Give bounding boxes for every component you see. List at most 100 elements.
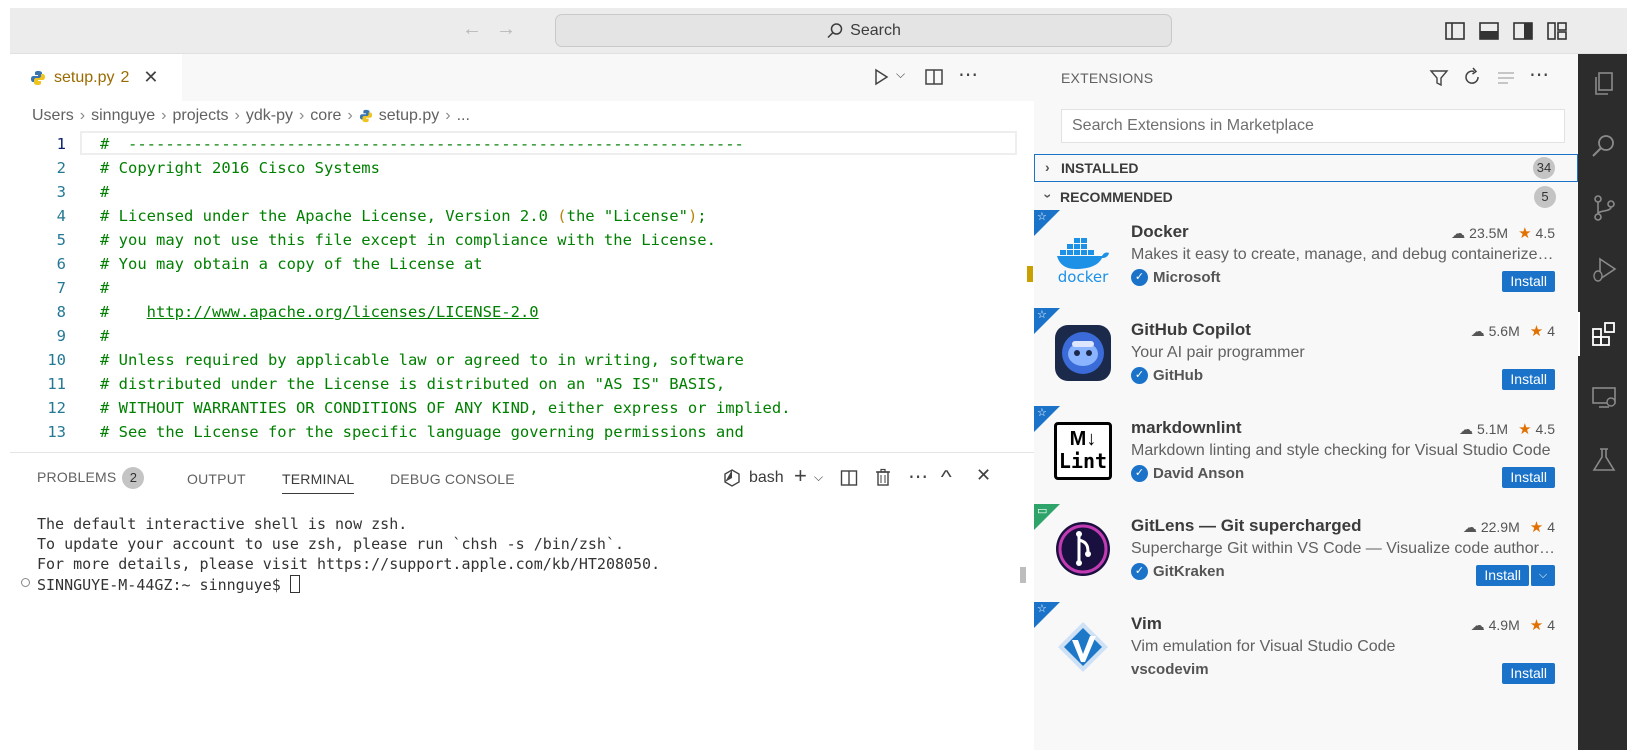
install-button[interactable]: Install: [1502, 663, 1555, 684]
close-panel-icon[interactable]: ✕: [976, 465, 991, 486]
back-arrow-icon[interactable]: ←: [462, 18, 482, 41]
chevron-right-icon: ›: [234, 107, 240, 124]
breadcrumb-ydk-py[interactable]: ydk-py: [246, 107, 293, 125]
breadcrumb: Users › sinnguye › projects › ydk-py › c…: [32, 104, 470, 128]
extension-stats: ☁ 4.9M ★ 4: [1471, 616, 1555, 635]
line-text-a: #: [100, 303, 147, 321]
download-cloud-icon: ☁: [1470, 322, 1485, 339]
install-button[interactable]: Install: [1502, 467, 1555, 488]
terminal-prompt[interactable]: SINNGUYE-M-44GZ:~ sinnguye$: [37, 575, 300, 594]
breadcrumb-users[interactable]: Users: [32, 107, 74, 125]
extension-item-markdownlint[interactable]: ☆ M↓ Lint markdownlint ☁ 5.1M ★ 4.5 Markdow…: [1034, 406, 1578, 506]
split-terminal-icon[interactable]: [840, 469, 858, 487]
sponsor-icon: ▭: [1037, 505, 1048, 517]
extension-publisher: ✓ Microsoft: [1131, 269, 1221, 286]
terminal-scrollbar[interactable]: [1020, 567, 1026, 583]
line-text: # WITHOUT WARRANTIES OR CONDITIONS OF AN…: [100, 399, 791, 417]
extension-item-gitlens[interactable]: ▭ GitLens — Git supercharged ☁ 22.9M ★ 4 Su…: [1034, 504, 1578, 604]
run-dropdown-chevron-icon[interactable]: ⌵: [896, 67, 905, 82]
new-terminal-icon[interactable]: +: [794, 463, 807, 489]
tab-terminal[interactable]: TERMINAL: [282, 471, 355, 494]
section-installed[interactable]: › INSTALLED 34: [1034, 154, 1578, 182]
extension-name: GitLens — Git supercharged: [1131, 516, 1362, 535]
run-icon[interactable]: [872, 68, 890, 86]
line-text: # --------------------------------------…: [100, 135, 744, 153]
extension-item-github-copilot[interactable]: ☆ GitHub Copilot ☁ 5.6M ★ 4 Your AI pair pr…: [1034, 308, 1578, 408]
extension-item-docker[interactable]: ☆ docker Docker ☁ 23.5M ★ 4.5 Makes it easy…: [1034, 210, 1578, 310]
install-button[interactable]: Install: [1502, 369, 1555, 390]
activity-bar: [1578, 54, 1627, 750]
vim-logo: [1058, 622, 1108, 672]
tab-problem-count: 2: [120, 68, 130, 86]
star-icon: ★: [1529, 519, 1544, 536]
command-decoration-icon[interactable]: [21, 578, 30, 587]
close-tab-icon[interactable]: ✕: [143, 67, 158, 88]
line-text: # Unless required by applicable law or a…: [100, 351, 744, 369]
star-icon: ☆: [1037, 309, 1047, 321]
terminal-shell-name[interactable]: bash: [749, 469, 784, 487]
license-link[interactable]: http://www.apache.org/licenses/LICENSE-2…: [147, 303, 539, 321]
extension-publisher: ✓ David Anson: [1131, 465, 1244, 482]
tab-debug-console[interactable]: DEBUG CONSOLE: [390, 471, 515, 487]
breadcrumb-setup-py[interactable]: setup.py: [379, 107, 439, 125]
tab-setup-py[interactable]: setup.py 2 ✕: [10, 54, 182, 101]
chevron-right-icon: ›: [445, 107, 451, 124]
panel-more-actions-icon[interactable]: ⋯: [908, 464, 928, 489]
tab-output[interactable]: OUTPUT: [187, 471, 246, 487]
forward-arrow-icon[interactable]: →: [496, 18, 516, 41]
command-center-search[interactable]: Search: [555, 14, 1172, 47]
testing-icon[interactable]: [1590, 446, 1618, 474]
run-and-debug-icon[interactable]: [1590, 256, 1618, 284]
docker-logo-text: docker: [1058, 268, 1109, 284]
install-button[interactable]: Install: [1502, 271, 1555, 292]
code-line: 5 # you may not use this file except in c…: [10, 228, 1027, 252]
extension-item-vim[interactable]: ☆ Vim ☁ 4.9M ★ 4 Vim emulation for Visual S…: [1034, 602, 1578, 702]
clear-search-icon[interactable]: [1496, 68, 1516, 88]
download-cloud-icon: ☁: [1462, 518, 1477, 535]
search-icon[interactable]: [1590, 132, 1618, 160]
code-line: 8 # http://www.apache.org/licenses/LICENS…: [10, 300, 1027, 324]
install-button[interactable]: Install: [1476, 565, 1529, 586]
terminal-prompt-text: SINNGUYE-M-44GZ:~ sinnguye$: [37, 576, 290, 594]
remote-explorer-icon[interactable]: [1590, 384, 1618, 412]
editor-tab-bar: setup.py 2 ✕ ⌵ ⋯: [10, 54, 1034, 101]
source-control-icon[interactable]: [1590, 194, 1618, 222]
extensions-search-input[interactable]: Search Extensions in Marketplace: [1061, 109, 1565, 143]
install-dropdown-chevron-icon[interactable]: ⌵: [1530, 565, 1555, 586]
terminal-line: For more details, please visit https://s…: [37, 555, 661, 573]
toggle-secondary-sidebar-icon[interactable]: [1512, 20, 1534, 42]
toggle-panel-icon[interactable]: [1478, 20, 1500, 42]
logo-text-bottom: Lint: [1058, 449, 1108, 473]
line-number: 13: [47, 423, 66, 441]
maximize-panel-icon[interactable]: ^: [941, 467, 952, 488]
breadcrumb-projects[interactable]: projects: [172, 107, 228, 125]
section-recommended[interactable]: › RECOMMENDED 5: [1034, 184, 1578, 210]
trash-icon[interactable]: [874, 468, 892, 487]
extension-stats: ☁ 5.1M ★ 4.5: [1459, 420, 1555, 439]
section-recommended-label: RECOMMENDED: [1060, 189, 1173, 205]
split-editor-icon[interactable]: [924, 67, 944, 87]
toggle-primary-sidebar-icon[interactable]: [1444, 20, 1466, 42]
extension-stats: ☁ 22.9M ★ 4: [1462, 518, 1555, 537]
explorer-icon[interactable]: [1590, 70, 1618, 98]
breadcrumb-symbols[interactable]: ...: [457, 107, 470, 125]
terminal-dropdown-chevron-icon[interactable]: ⌵: [814, 470, 823, 485]
refresh-icon[interactable]: [1462, 67, 1482, 87]
extension-name: Docker: [1131, 222, 1189, 241]
code-editor[interactable]: 1 # -------------------------------------…: [10, 130, 1027, 452]
extensions-icon[interactable]: [1590, 320, 1618, 348]
verified-badge-icon: ✓: [1131, 269, 1148, 286]
extension-publisher: vscodevim: [1131, 661, 1209, 678]
breadcrumb-core[interactable]: core: [310, 107, 341, 125]
views-more-actions-icon[interactable]: ⋯: [1529, 62, 1549, 87]
star-icon: ☆: [1037, 603, 1047, 615]
line-number: 1: [56, 135, 66, 153]
more-actions-icon[interactable]: ⋯: [958, 62, 978, 87]
extension-description: Your AI pair programmer: [1131, 344, 1305, 361]
chevron-right-icon: ›: [79, 107, 86, 124]
star-icon: ★: [1529, 323, 1544, 340]
breadcrumb-sinnguye[interactable]: sinnguye: [91, 107, 155, 125]
filter-icon[interactable]: [1429, 68, 1449, 88]
tab-problems[interactable]: PROBLEMS 2: [37, 467, 145, 489]
customize-layout-icon[interactable]: [1546, 20, 1568, 42]
